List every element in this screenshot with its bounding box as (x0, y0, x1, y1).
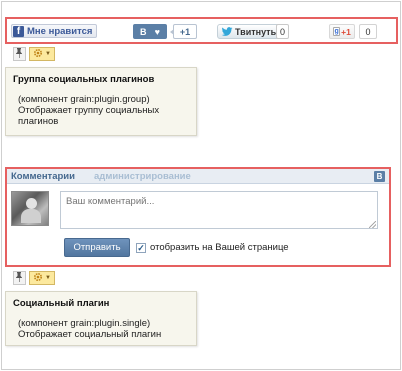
comments-header: Комментарии администрирование В (7, 169, 389, 184)
vk-logo-icon[interactable]: В (374, 171, 385, 182)
google-logo-icon: g (333, 27, 341, 36)
group-plugin-title: Группа социальных плагинов (13, 74, 155, 85)
tweet-label: Твитнуть (235, 26, 277, 37)
group-plugin-desc-line: Отображает группу социальных (18, 105, 160, 116)
publish-checkbox[interactable]: ✓ (136, 242, 146, 253)
group-plugin-description: (компонент grain:plugin.group) Отображае… (13, 94, 189, 127)
facebook-like-label: Мне нравится (27, 25, 93, 37)
facebook-logo-icon: f (13, 25, 24, 37)
tweet-count: 0 (276, 24, 289, 39)
google-plus-label: +1 (341, 26, 351, 37)
settings-dropdown-button[interactable]: ▼ (29, 271, 55, 285)
heart-icon: ♥ (154, 26, 160, 37)
resize-grip-icon[interactable] (369, 221, 376, 228)
vk-like-count: +1 (170, 24, 197, 39)
single-plugin-desc-line: Отображает социальный плагин (18, 329, 162, 340)
comment-input[interactable] (60, 191, 378, 229)
bird-icon (221, 26, 233, 37)
pin-icon[interactable] (13, 47, 26, 61)
pin-icon[interactable] (13, 271, 26, 285)
single-plugin-description: (компонент grain:plugin.single) Отобража… (13, 318, 189, 340)
single-plugin-title: Социальный плагин (13, 298, 110, 309)
vk-like-button[interactable]: В ♥ (133, 24, 167, 39)
group-plugin-component: (компонент grain:plugin.group) (18, 94, 150, 105)
single-plugin-component: (компонент grain:plugin.single) (18, 318, 151, 329)
facebook-like-button[interactable]: f Мне нравится (11, 24, 98, 38)
comments-widget: Комментарии администрирование В Отправит… (5, 167, 391, 267)
single-plugin-tools: ▼ (13, 271, 55, 285)
gear-icon (33, 48, 43, 61)
submit-button[interactable]: Отправить (64, 238, 130, 257)
gear-icon (33, 272, 43, 285)
settings-dropdown-button[interactable]: ▼ (29, 47, 55, 61)
google-plus-count: 0 (359, 24, 377, 39)
publish-checkbox-label[interactable]: отобразить на Вашей странице (150, 242, 289, 253)
group-plugin-tools: ▼ (13, 47, 55, 61)
group-plugin-desc-line: плагинов (18, 116, 59, 127)
group-plugin-info: Группа социальных плагинов (компонент gr… (5, 67, 197, 136)
tab-comments[interactable]: Комментарии (11, 171, 75, 182)
tweet-button[interactable]: Твитнуть (217, 24, 282, 39)
single-plugin-info: Социальный плагин (компонент grain:plugi… (5, 291, 197, 346)
social-plugins-bar: f Мне нравится В ♥ +1 Твитнуть 0 g +1 0 (5, 17, 398, 44)
chevron-down-icon: ▼ (45, 51, 51, 57)
chevron-down-icon: ▼ (45, 275, 51, 281)
publish-option: ✓ отобразить на Вашей странице (136, 242, 289, 253)
vk-logo-icon: В (140, 26, 147, 37)
avatar (11, 191, 49, 226)
google-plus-button[interactable]: g +1 (329, 24, 355, 39)
tab-administration[interactable]: администрирование (94, 171, 191, 182)
